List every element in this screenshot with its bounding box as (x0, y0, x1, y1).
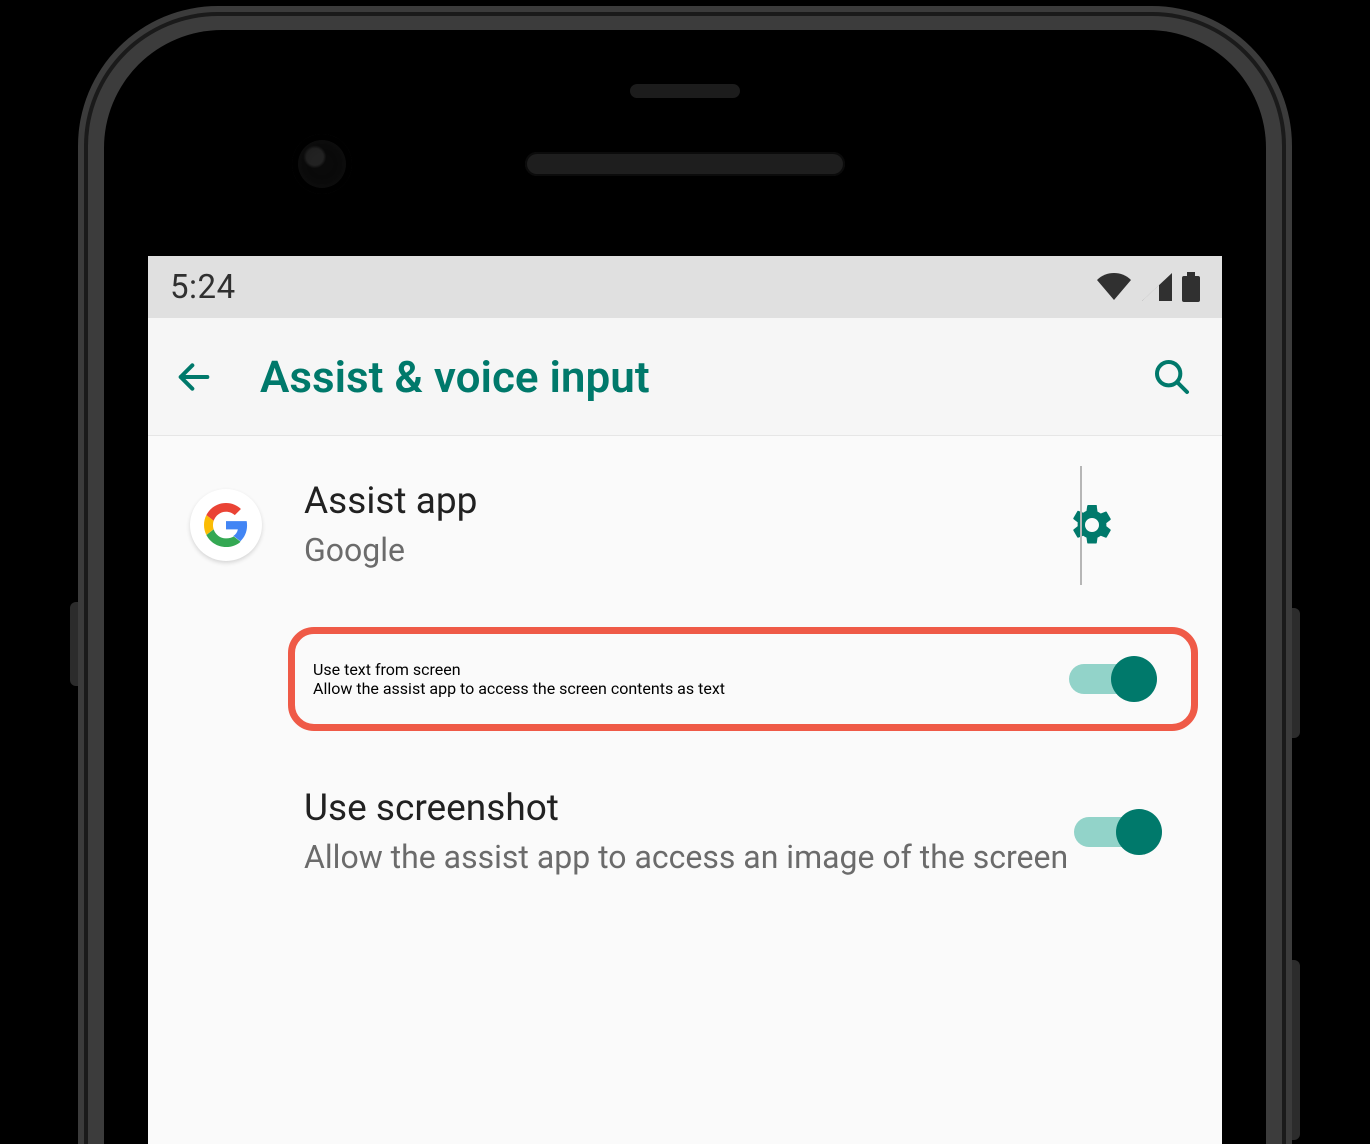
setting-assist-app-subtitle: Google (304, 529, 1022, 572)
status-bar: 5:24 (148, 256, 1222, 318)
wifi-icon (1096, 273, 1132, 301)
setting-use-text-from-screen[interactable]: Use text from screen Allow the assist ap… (288, 627, 1198, 731)
setting-use-text-title: Use text from screen (313, 660, 1053, 679)
use-text-toggle[interactable] (1069, 656, 1157, 702)
toggle-thumb (1111, 656, 1157, 702)
setting-assist-app[interactable]: Assist app Google (148, 450, 1222, 601)
search-icon (1152, 357, 1192, 397)
app-bar: Assist & voice input (148, 318, 1222, 436)
page-title: Assist & voice input (260, 351, 1106, 403)
phone-speaker (525, 152, 845, 176)
use-screenshot-toggle[interactable] (1074, 809, 1162, 855)
arrow-left-icon (174, 357, 214, 397)
google-icon (148, 489, 304, 561)
back-button[interactable] (172, 355, 216, 399)
status-time: 5:24 (170, 268, 236, 307)
setting-assist-app-title: Assist app (304, 478, 1022, 525)
phone-front-camera (292, 134, 352, 194)
setting-use-screenshot-title: Use screenshot (304, 785, 1074, 832)
signal-icon (1142, 273, 1172, 301)
setting-use-screenshot[interactable]: Use screenshot Allow the assist app to a… (148, 757, 1222, 908)
setting-use-screenshot-subtitle: Allow the assist app to access an image … (304, 836, 1074, 879)
phone-stage: 5:24 Assist & voice input (0, 0, 1370, 1144)
settings-content[interactable]: Assist app Google Use text from screen A… (148, 436, 1222, 907)
setting-use-text-subtitle: Allow the assist app to access the scree… (313, 679, 1053, 698)
battery-icon (1182, 272, 1200, 302)
phone-side-button-left (70, 602, 88, 686)
phone-side-button-power (1282, 608, 1300, 738)
phone-side-button-volume (1282, 960, 1300, 1140)
status-icons (1096, 272, 1200, 302)
assist-app-settings-button[interactable] (1022, 501, 1162, 549)
gear-icon (1068, 501, 1116, 549)
screen: 5:24 Assist & voice input (148, 256, 1222, 1144)
vertical-divider (1080, 466, 1082, 585)
toggle-thumb (1116, 809, 1162, 855)
search-button[interactable] (1150, 355, 1194, 399)
phone-sensor-pill (630, 84, 740, 98)
